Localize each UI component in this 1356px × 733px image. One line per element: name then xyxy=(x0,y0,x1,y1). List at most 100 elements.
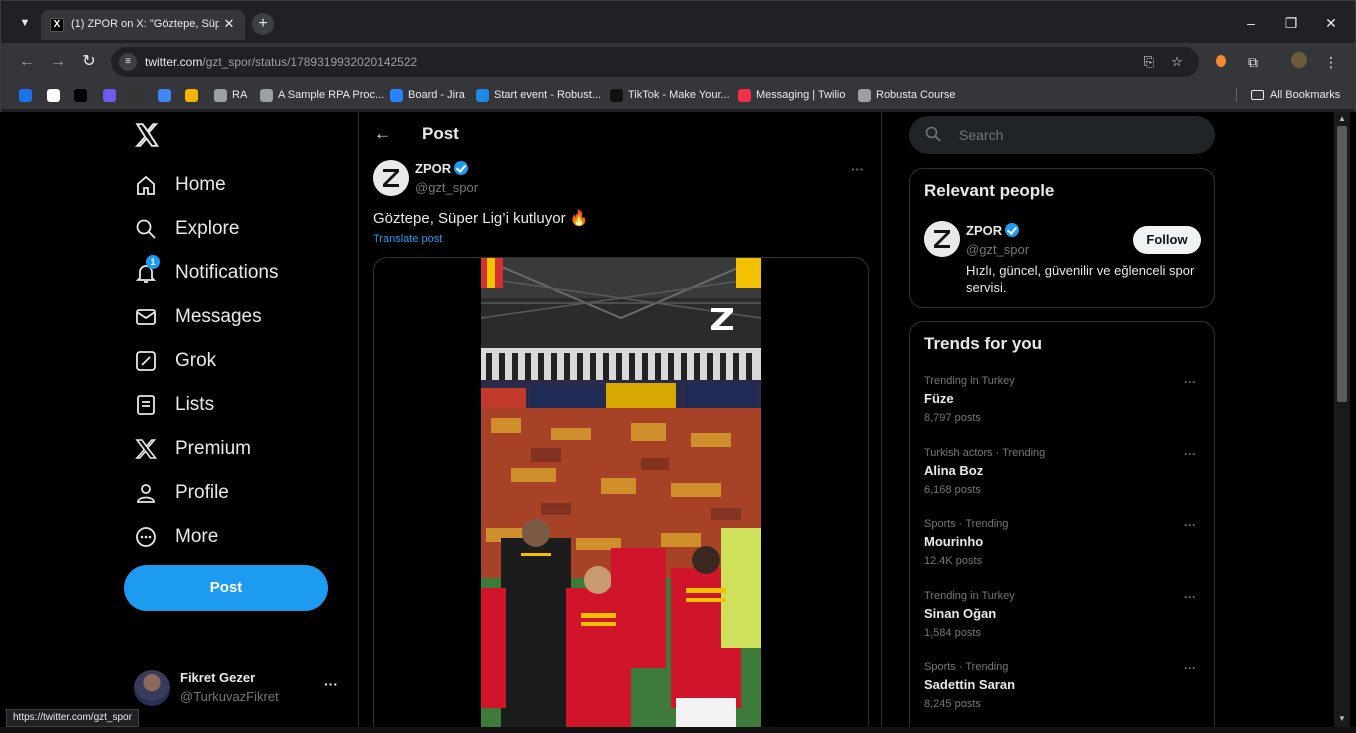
account-more-icon[interactable]: ··· xyxy=(324,676,338,692)
browser-menu-icon[interactable]: ⋮ xyxy=(1321,52,1341,72)
nav-item-label: Profile xyxy=(175,482,229,503)
bookmark-item[interactable] xyxy=(19,87,37,103)
relevant-name[interactable]: ZPOR xyxy=(966,223,1020,238)
grok-icon xyxy=(134,349,158,373)
relevant-handle[interactable]: @gzt_spor xyxy=(966,242,1029,257)
profile-avatar-icon[interactable] xyxy=(1289,52,1309,72)
trend-post-count: 8,245 posts xyxy=(924,698,981,710)
post-button[interactable]: Post xyxy=(124,565,328,611)
url-text[interactable]: twitter.com/gzt_spor/status/178931993202… xyxy=(145,55,417,69)
bookmark-item[interactable] xyxy=(131,87,149,103)
trend-item[interactable]: Turkish actors · Trending Alina Boz 6,168 … xyxy=(924,447,1204,507)
more-circle-icon xyxy=(134,525,158,549)
bookmark-favicon-icon xyxy=(610,88,623,102)
reload-icon[interactable]: ↻ xyxy=(79,52,99,72)
bookmark-item[interactable]: TikTok - Make Your... xyxy=(610,87,730,103)
page-title: Post xyxy=(422,124,459,143)
all-bookmarks-button[interactable]: All Bookmarks xyxy=(1251,87,1340,103)
nav-item-premium[interactable]: Premium xyxy=(134,434,251,464)
back-arrow-icon[interactable]: ← xyxy=(374,124,391,144)
tab-search-chevron-icon[interactable]: ▼ xyxy=(15,13,35,33)
close-window-icon[interactable]: ✕ xyxy=(1321,13,1341,33)
bookmark-favicon-icon xyxy=(858,88,871,102)
scrollbar-thumb[interactable] xyxy=(1337,126,1347,402)
home-icon xyxy=(134,173,158,197)
trend-post-count: 8,797 posts xyxy=(924,412,981,424)
bookmark-item[interactable]: A Sample RPA Proc... xyxy=(260,87,384,103)
extension-orange-icon[interactable] xyxy=(1211,52,1231,72)
search-input[interactable]: Search xyxy=(909,116,1215,154)
follow-button[interactable]: Follow xyxy=(1133,226,1201,254)
list-icon xyxy=(134,393,158,417)
tab-close-icon[interactable]: ✕ xyxy=(221,16,237,32)
restore-icon[interactable]: ❐ xyxy=(1281,13,1301,33)
bookmark-item[interactable]: Messaging | Twilio xyxy=(738,87,845,103)
post-media[interactable] xyxy=(373,257,869,727)
bookmark-item[interactable]: Start event - Robust... xyxy=(476,87,601,103)
account-switcher[interactable]: Fikret Gezer @TurkuvazFikret ··· xyxy=(134,668,344,708)
right-sidebar: Search Relevant people ZPOR @gzt_spor Fo… xyxy=(882,112,1334,727)
bookmark-star-icon[interactable]: ☆ xyxy=(1169,54,1185,70)
relevant-avatar[interactable] xyxy=(924,221,960,257)
bookmark-label: Robusta Course xyxy=(876,89,956,101)
x-icon xyxy=(134,437,158,461)
scroll-down-icon[interactable]: ▼ xyxy=(1338,715,1346,723)
nav-item-messages[interactable]: Messages xyxy=(134,302,262,332)
page-scrollbar[interactable]: ▲ ▼ xyxy=(1334,112,1350,727)
trend-item[interactable]: Sports · Trending Sadettin Saran 8,245 pos… xyxy=(924,661,1204,721)
bookmark-item[interactable] xyxy=(185,87,203,103)
nav-item-profile[interactable]: Profile xyxy=(134,478,229,508)
bookmark-favicon-icon xyxy=(390,88,403,102)
nav-item-label: Grok xyxy=(175,350,217,371)
author-name[interactable]: ZPOR xyxy=(415,161,469,176)
nav-item-label: Home xyxy=(175,174,226,195)
bell-icon: 1 xyxy=(134,255,160,285)
site-info-icon[interactable]: ≡ xyxy=(119,53,137,71)
new-tab-button[interactable]: + xyxy=(252,13,274,35)
post-more-icon[interactable]: ··· xyxy=(851,162,864,177)
bookmark-item[interactable]: Robusta Course xyxy=(858,87,956,103)
trend-item[interactable]: Trending in Turkey Sinan Oğan 1,584 posts ·… xyxy=(924,590,1204,650)
trend-more-icon[interactable]: ··· xyxy=(1184,447,1196,461)
trend-more-icon[interactable]: ··· xyxy=(1184,661,1196,675)
trend-item[interactable]: Trending in Turkey Füze 8,797 posts ··· xyxy=(924,375,1204,435)
extensions-puzzle-icon[interactable]: ⧉ xyxy=(1243,52,1263,72)
bookmark-favicon-icon xyxy=(103,88,116,102)
bookmark-item[interactable] xyxy=(158,87,176,103)
bookmark-item[interactable] xyxy=(47,87,65,103)
install-app-icon[interactable]: ⎘ xyxy=(1141,54,1157,70)
video-frame[interactable] xyxy=(481,258,761,727)
minimize-icon[interactable]: – xyxy=(1241,13,1261,33)
scroll-up-icon[interactable]: ▲ xyxy=(1338,115,1346,123)
trend-more-icon[interactable]: ··· xyxy=(1184,518,1196,532)
translate-post-link[interactable]: Translate post xyxy=(373,233,442,245)
trend-more-icon[interactable]: ··· xyxy=(1184,590,1196,604)
nav-item-label: Explore xyxy=(175,218,240,239)
bookmark-item[interactable] xyxy=(74,87,92,103)
nav-item-home[interactable]: Home xyxy=(134,170,226,200)
author-avatar[interactable] xyxy=(373,160,409,196)
bookmark-item[interactable]: RA xyxy=(214,87,247,103)
address-bar[interactable]: ≡ twitter.com/gzt_spor/status/1789319932… xyxy=(111,47,1199,77)
bookmark-favicon-icon xyxy=(131,88,144,102)
trend-name: Alina Boz xyxy=(924,462,984,478)
nav-item-grok[interactable]: Grok xyxy=(134,346,216,376)
nav-item-more[interactable]: More xyxy=(134,522,218,552)
trend-item[interactable]: Sports · Trending Mourinho 12.4K posts ··· xyxy=(924,518,1204,578)
forward-icon[interactable]: → xyxy=(48,52,68,72)
nav-item-lists[interactable]: Lists xyxy=(134,390,214,420)
trend-more-icon[interactable]: ··· xyxy=(1184,375,1196,389)
bookmark-label: Start event - Robust... xyxy=(494,89,601,101)
nav-item-label: More xyxy=(175,526,219,547)
back-icon[interactable]: ← xyxy=(17,52,37,72)
nav-item-explore[interactable]: Explore xyxy=(134,214,239,244)
bookmark-item[interactable] xyxy=(103,87,121,103)
account-handle: @TurkuvazFikret xyxy=(180,689,279,704)
x-logo-icon[interactable] xyxy=(134,122,160,148)
bookmark-favicon-icon xyxy=(476,88,489,102)
relevant-people-title: Relevant people xyxy=(924,181,1055,200)
nav-item-notifications[interactable]: 1 Notifications xyxy=(134,255,279,288)
author-handle[interactable]: @gzt_spor xyxy=(415,180,478,195)
bookmark-item[interactable]: Board - Jira xyxy=(390,87,465,103)
browser-tab-active[interactable]: X (1) ZPOR on X: "Göztepe, Süper ✕ xyxy=(41,10,245,40)
